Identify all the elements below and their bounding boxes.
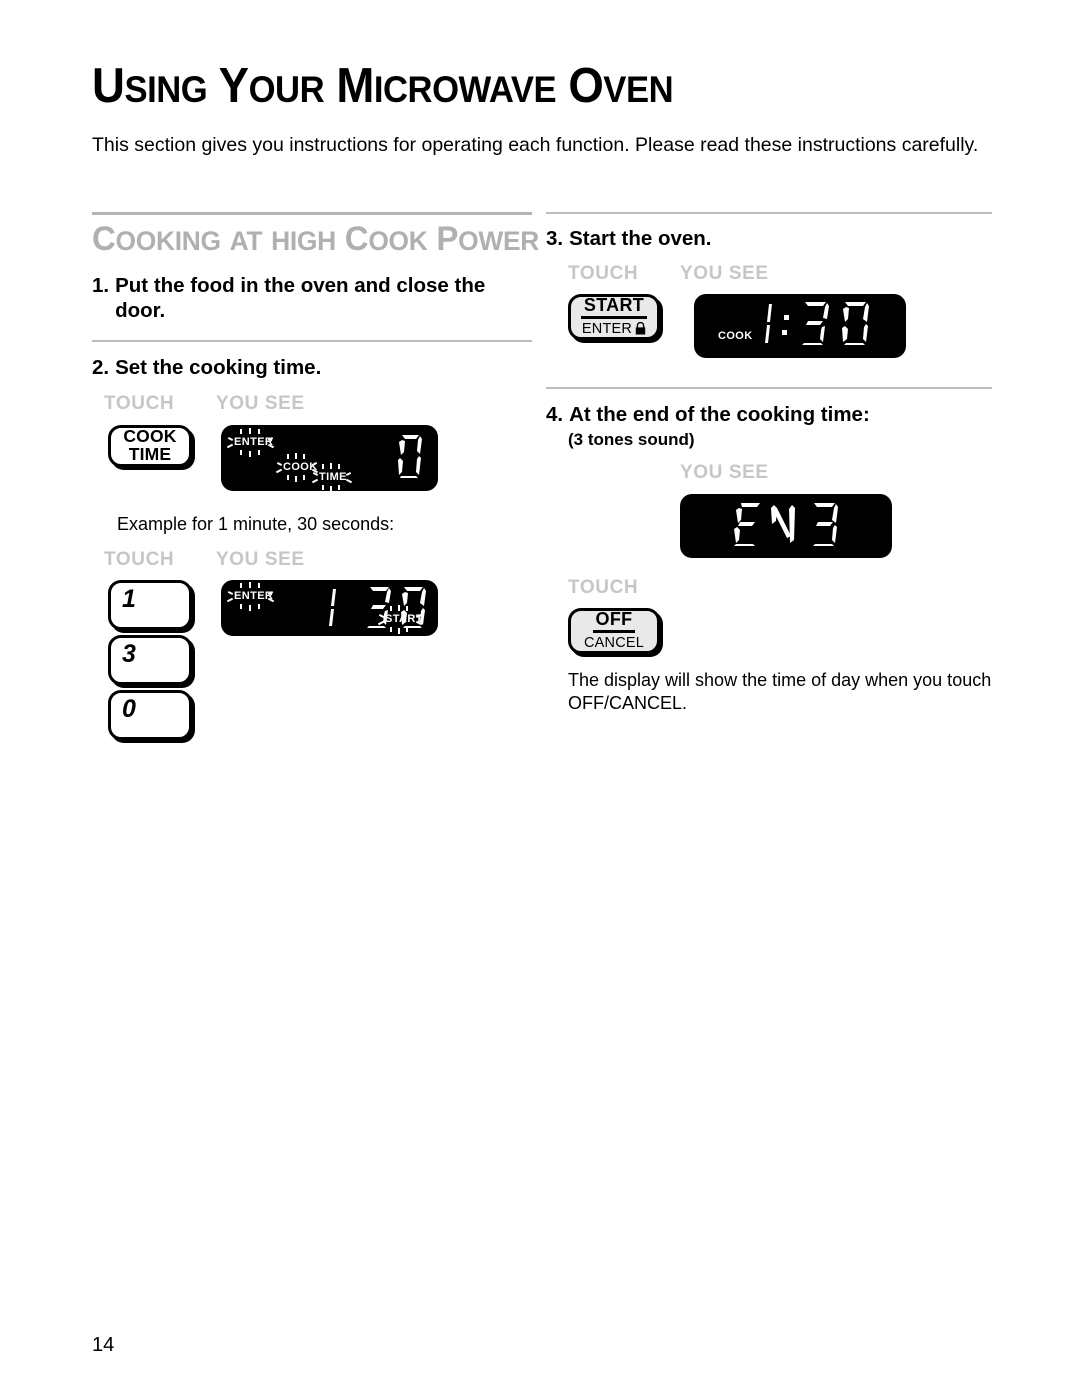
step-4-subnote: (3 tones sound) [568, 430, 695, 449]
step-3-top-rule [546, 212, 992, 214]
page-title-word-2: YOUR [218, 59, 325, 113]
start-enter-key[interactable]: START ENTER [568, 294, 660, 340]
step-4-touch-header: TOUCH [546, 577, 992, 599]
off-cancel-key-bottom-label: CANCEL [583, 634, 645, 651]
seven-segment-digit-zero [398, 435, 422, 479]
touch-label-example: TOUCH [104, 548, 175, 570]
enter-indicator-flashing-example: ENTER [226, 581, 275, 611]
start-enter-key-bottom-label: ENTER [581, 320, 633, 337]
section-heading-word-3: HIGH [271, 225, 336, 256]
off-cancel-key-bottom: CANCEL [584, 633, 644, 652]
cook-indicator-flashing: COOK [275, 453, 319, 483]
time-indicator-flashing: TIME [311, 463, 353, 493]
touch-label: TOUCH [104, 393, 175, 415]
step-4: 4. At the end of the cooking time: [546, 402, 992, 427]
enter-indicator-label: ENTER [234, 436, 274, 449]
step-2-text: Set the cooking time. [115, 356, 322, 380]
right-column: 3. Start the oven. TOUCH YOU SEE START E… [546, 212, 992, 716]
step-2: 2. Set the cooking time. [92, 355, 532, 380]
step-3: 3. Start the oven. [546, 226, 992, 251]
step-1-number: 1. [92, 274, 110, 298]
padlock-icon [635, 322, 646, 335]
number-key-0[interactable]: 0 [108, 689, 192, 740]
display-panel-step3: COOK [694, 294, 906, 358]
seven-segment-end-step4 [734, 503, 838, 546]
intro-paragraph: This section gives you instructions for … [92, 134, 979, 156]
touch-label-step3: TOUCH [568, 263, 639, 284]
display-panel-step4 [680, 494, 892, 558]
time-indicator-label: TIME [319, 471, 347, 484]
touch-label-step4: TOUCH [568, 577, 639, 598]
step-3-text: Start the oven. [569, 227, 712, 250]
step-4-display-row [546, 494, 992, 558]
step-1-text: Put the food in the oven and close the d… [115, 274, 486, 323]
step-2-touch-row: COOK TIME ENTER COOK TIME [92, 425, 532, 493]
off-cancel-key[interactable]: OFF CANCEL [568, 608, 660, 654]
page-title-word-3: MICROWAVE [336, 59, 557, 113]
section-top-rule [92, 212, 532, 215]
step-3-column-headers: TOUCH YOU SEE [546, 263, 992, 285]
step-4-number: 4. [546, 403, 564, 426]
off-cancel-key-top-label: OFF [592, 610, 636, 633]
manual-page: USING YOUR MICROWAVE OVEN This section g… [0, 0, 1080, 1397]
step-3-number: 3. [546, 227, 564, 250]
page-number: 14 [92, 1334, 115, 1356]
number-key-0-label: 0 [122, 694, 136, 723]
example-touch-row: 1 3 0 ENTER START [92, 579, 532, 740]
section-heading-word-4: COOK [344, 220, 428, 258]
section-heading-word-1: COOKING [92, 220, 221, 258]
step-3-touch-row: START ENTER COOK [546, 294, 992, 358]
start-indicator-label-example: START [385, 612, 423, 625]
step-4-column-headers: YOU SEE [546, 462, 992, 484]
number-key-1-label: 1 [122, 584, 136, 613]
page-title-word-1: USING [92, 59, 208, 113]
cook-time-key[interactable]: COOK TIME [108, 425, 192, 468]
closing-note: The display will show the time of day wh… [568, 670, 992, 714]
step-1-divider [92, 340, 532, 343]
section-heading-word-2: AT [229, 225, 263, 256]
step-4-touch-row: OFF CANCEL [546, 608, 992, 654]
page-title-word-4: OVEN [568, 59, 674, 113]
enter-indicator-flashing: ENTER [226, 428, 275, 458]
section-heading-word-5: POWER [436, 220, 540, 258]
start-enter-key-bottom: ENTER [582, 319, 646, 338]
cook-time-key-line2: TIME [128, 444, 172, 465]
page-title: USING YOUR MICROWAVE OVEN [92, 59, 674, 113]
step-4-text: At the end of the cooking time: [569, 403, 870, 426]
start-indicator-flashing-example: START [377, 604, 423, 634]
section-heading: COOKING AT HIGH COOK POWER [92, 219, 539, 259]
left-column: COOKING AT HIGH COOK POWER 1. Put the fo… [92, 212, 539, 740]
number-key-3[interactable]: 3 [108, 634, 192, 685]
you-see-label-step3: YOU SEE [680, 263, 769, 284]
cook-annunciator-step3: COOK [718, 330, 753, 342]
seven-segment-time-step3 [765, 302, 869, 345]
enter-indicator-label-example: ENTER [234, 589, 274, 602]
step-2-column-headers: TOUCH YOU SEE [92, 393, 532, 415]
number-key-3-label: 3 [122, 639, 136, 668]
cook-indicator-label: COOK [283, 461, 318, 474]
you-see-label-step4: YOU SEE [680, 462, 769, 483]
example-caption: Example for 1 minute, 30 seconds: [117, 514, 395, 535]
you-see-label-example: YOU SEE [216, 548, 305, 570]
step-2-number: 2. [92, 356, 110, 380]
number-key-stack: 1 3 0 [108, 579, 192, 740]
example-column-headers: TOUCH YOU SEE [92, 549, 532, 571]
start-enter-key-top-label: START [580, 296, 648, 319]
number-key-1[interactable]: 1 [108, 579, 192, 630]
display-panel-example: ENTER START [221, 579, 438, 636]
you-see-label: YOU SEE [216, 393, 305, 415]
seven-segment-digit-minutes-example [329, 588, 336, 626]
display-panel-step2: ENTER COOK TIME [221, 425, 438, 493]
step-1: 1. Put the food in the oven and close th… [92, 273, 532, 323]
step-3-divider [546, 387, 992, 389]
